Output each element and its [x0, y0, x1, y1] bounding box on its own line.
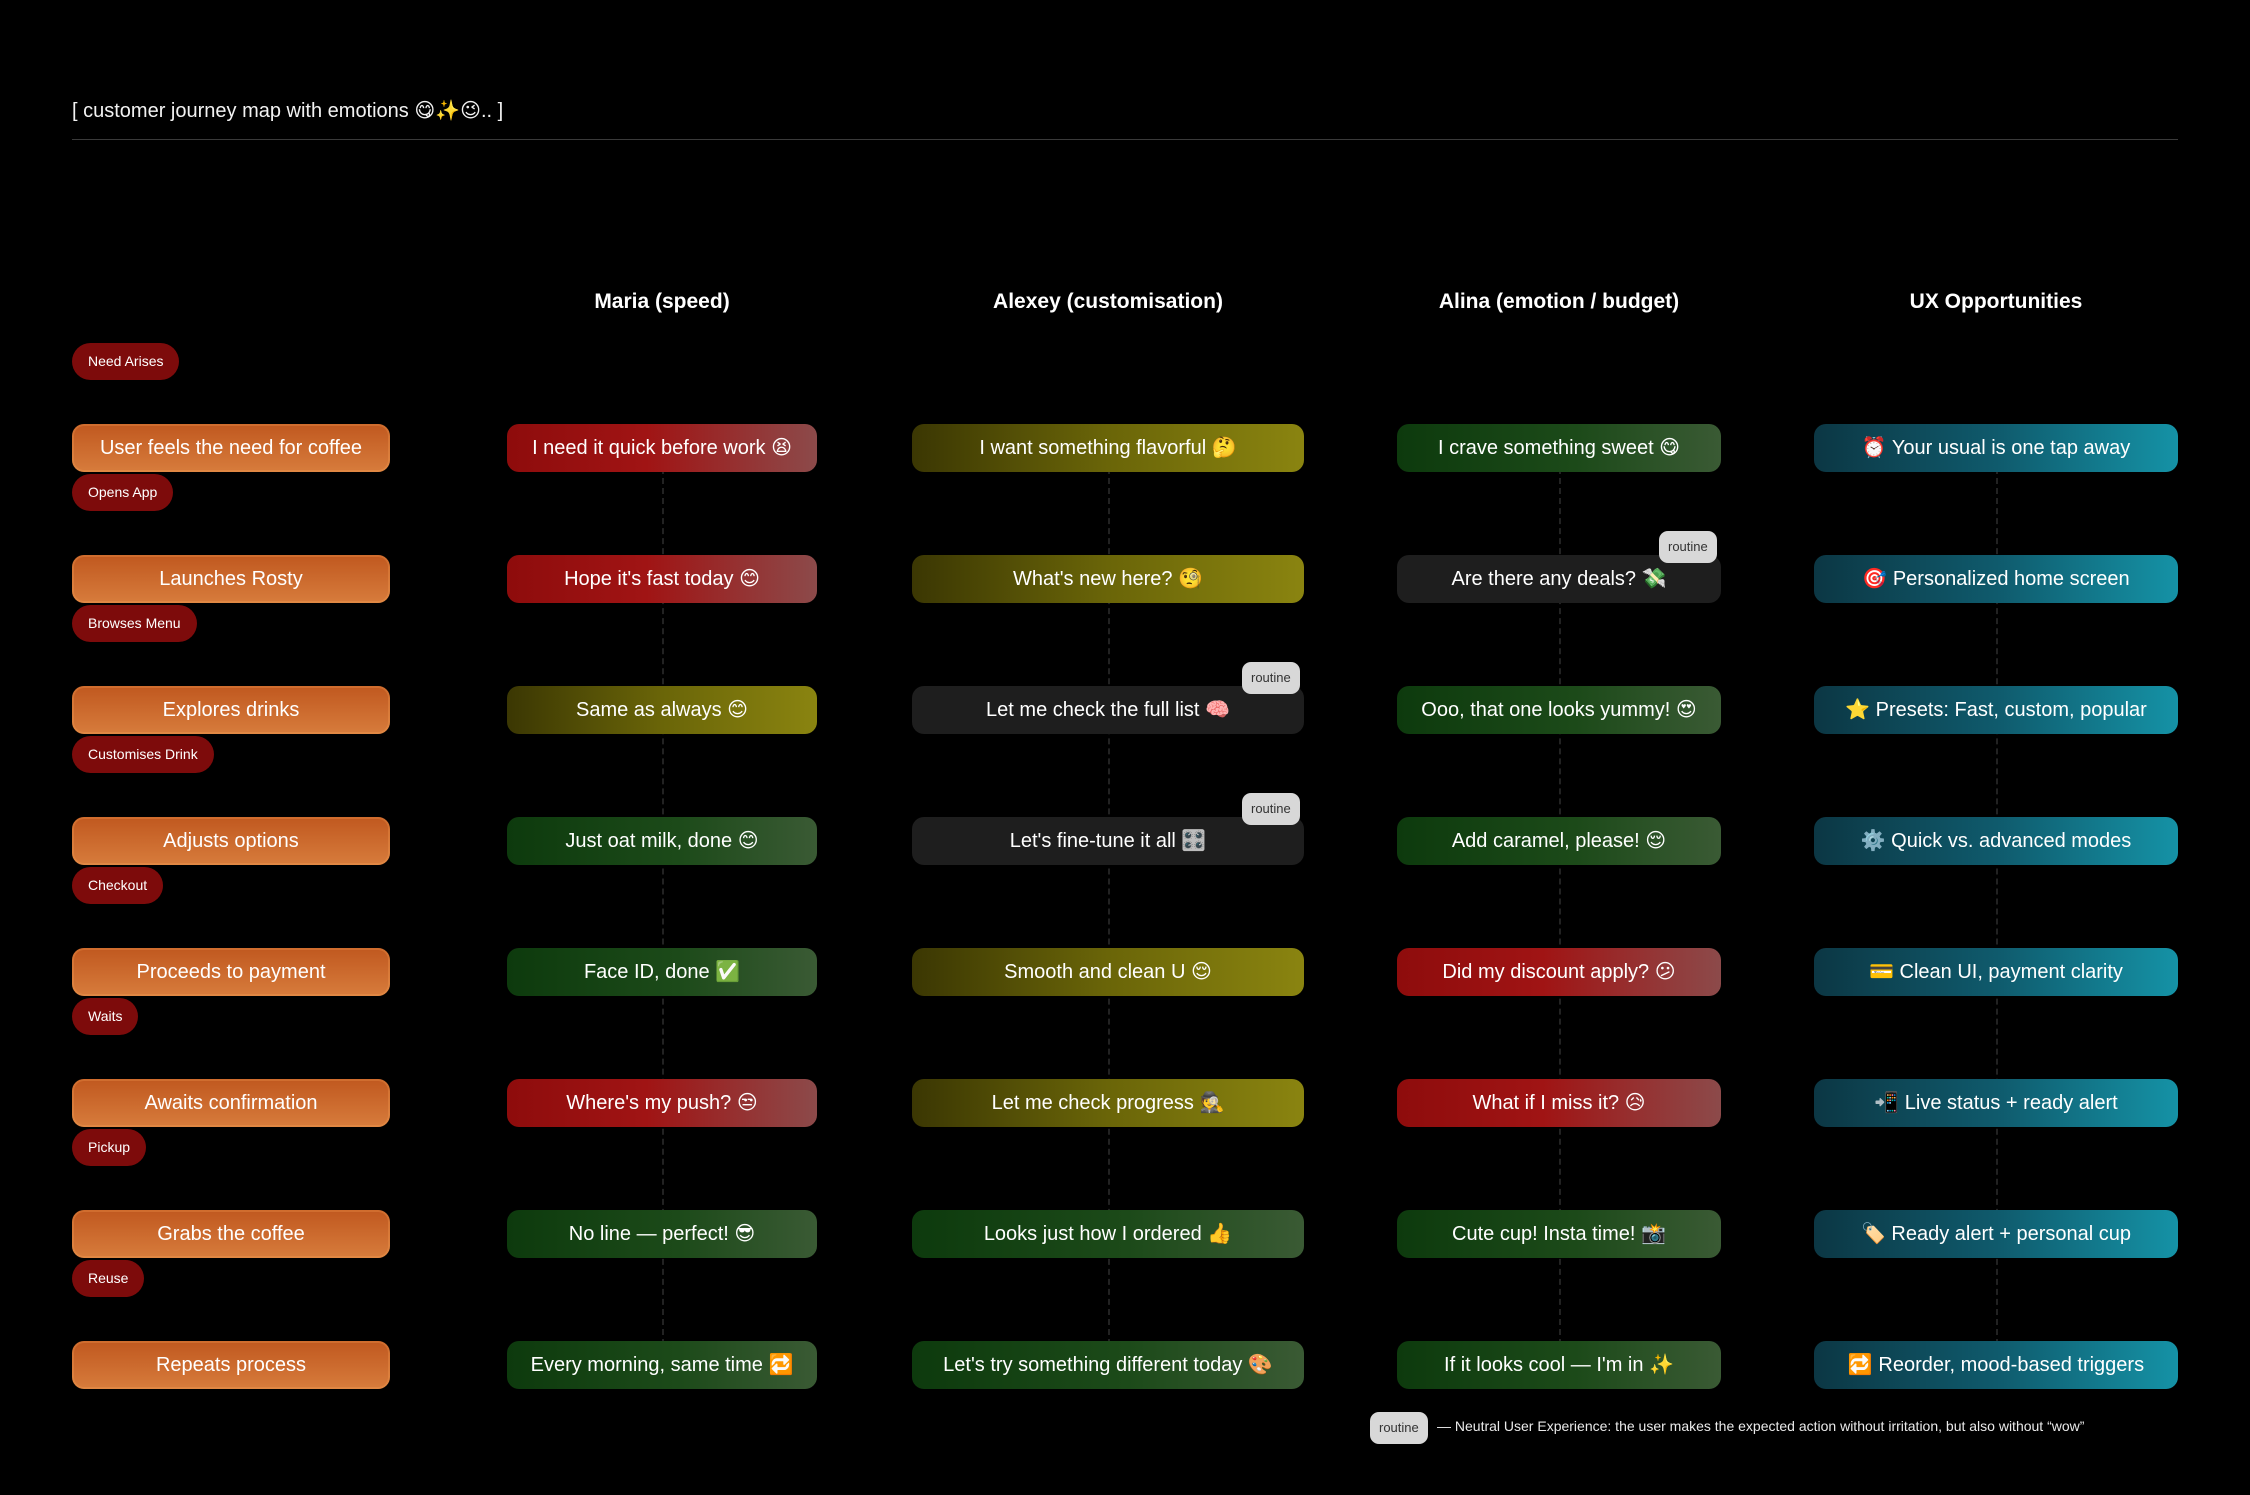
- stage-tag: Browses Menu: [72, 605, 197, 642]
- action-card: User feels the need for coffee: [72, 424, 390, 472]
- stage-tag: Checkout: [72, 867, 164, 904]
- emotion-card-alina: Add caramel, please! 😌: [1397, 817, 1721, 865]
- opportunity-card: ⚙️ Quick vs. advanced modes: [1814, 817, 2178, 865]
- routine-badge: routine: [1659, 531, 1717, 563]
- stage-tag: Opens App: [72, 474, 174, 511]
- routine-badge: routine: [1242, 662, 1300, 694]
- opportunity-card: 🔁 Reorder, mood-based triggers: [1814, 1341, 2178, 1389]
- stage-tag: Need Arises: [72, 343, 180, 380]
- emotion-card-alexey: I want something flavorful 🤔: [912, 424, 1304, 472]
- action-card: Proceeds to payment: [72, 948, 390, 996]
- legend-text: — Neutral User Experience: the user make…: [1437, 1418, 2085, 1434]
- opportunity-card: 📲 Live status + ready alert: [1814, 1079, 2178, 1127]
- column-header-alexey: Alexey (customisation): [993, 290, 1223, 313]
- emotion-card-maria: I need it quick before work 😫: [507, 424, 817, 472]
- emotion-card-alexey: Smooth and clean U 😌: [912, 948, 1304, 996]
- stage-tag: Reuse: [72, 1260, 145, 1297]
- stage-tag: Customises Drink: [72, 736, 214, 773]
- opportunity-card: 🎯 Personalized home screen: [1814, 555, 2178, 603]
- emotion-card-alina: What if I miss it? 😥: [1397, 1079, 1721, 1127]
- routine-badge: routine: [1242, 793, 1300, 825]
- emotion-card-maria: Hope it's fast today 😊: [507, 555, 817, 603]
- legend-routine-badge: routine: [1370, 1412, 1428, 1444]
- emotion-card-maria: Where's my push? 😒: [507, 1079, 817, 1127]
- emotion-card-maria: Face ID, done ✅: [507, 948, 817, 996]
- opportunity-card: 💳 Clean UI, payment clarity: [1814, 948, 2178, 996]
- emotion-card-maria: Every morning, same time 🔁: [507, 1341, 817, 1389]
- emotion-card-alina: Cute cup! Insta time! 📸: [1397, 1210, 1721, 1258]
- action-card: Launches Rosty: [72, 555, 390, 603]
- emotion-card-alina: Did my discount apply? 😕: [1397, 948, 1721, 996]
- opportunity-card: 🏷️ Ready alert + personal cup: [1814, 1210, 2178, 1258]
- column-header-alina: Alina (emotion / budget): [1438, 290, 1680, 313]
- stage-tag: Waits: [72, 998, 139, 1035]
- stage-tag: Pickup: [72, 1129, 147, 1166]
- opportunity-card: ⏰ Your usual is one tap away: [1814, 424, 2178, 472]
- emotion-card-alexey: Let's fine-tune it all 🎛️: [912, 817, 1304, 865]
- emotion-card-alina: I crave something sweet 😋: [1397, 424, 1721, 472]
- emotion-card-alexey: Looks just how I ordered 👍: [912, 1210, 1304, 1258]
- emotion-card-alexey: What's new here? 🧐: [912, 555, 1304, 603]
- action-card: Repeats process: [72, 1341, 390, 1389]
- page-title: [ customer journey map with emotions 😋✨😉…: [72, 100, 504, 122]
- action-card: Adjusts options: [72, 817, 390, 865]
- action-card: Grabs the coffee: [72, 1210, 390, 1258]
- emotion-card-maria: No line — perfect! 😎: [507, 1210, 817, 1258]
- emotion-card-alexey: Let me check the full list 🧠: [912, 686, 1304, 734]
- emotion-card-alina: If it looks cool — I'm in ✨: [1397, 1341, 1721, 1389]
- action-card: Explores drinks: [72, 686, 390, 734]
- emotion-card-alexey: Let me check progress 🕵️: [912, 1079, 1304, 1127]
- opportunity-card: ⭐ Presets: Fast, custom, popular: [1814, 686, 2178, 734]
- column-header-ux-opportunities: UX Opportunities: [1909, 290, 2083, 313]
- emotion-card-maria: Just oat milk, done 😊: [507, 817, 817, 865]
- emotion-card-alina: Ooo, that one looks yummy! 😍: [1397, 686, 1721, 734]
- emotion-card-maria: Same as always 😊: [507, 686, 817, 734]
- title-divider: [72, 139, 2178, 140]
- column-header-maria: Maria (speed): [594, 290, 730, 313]
- emotion-card-alexey: Let's try something different today 🎨: [912, 1341, 1304, 1389]
- action-card: Awaits confirmation: [72, 1079, 390, 1127]
